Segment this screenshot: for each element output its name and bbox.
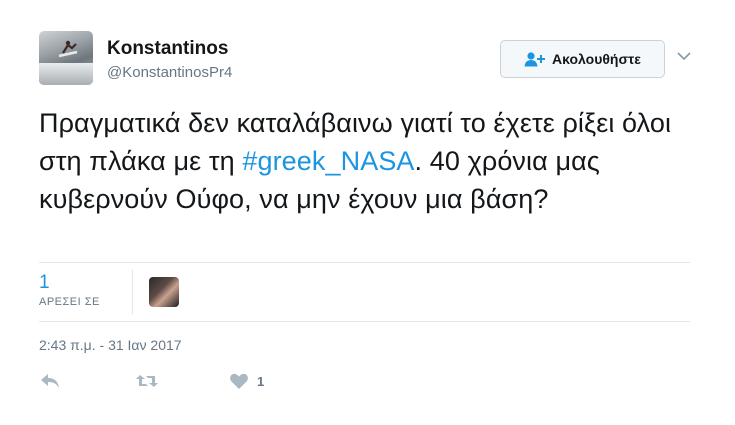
like-button[interactable]: 1 [229, 372, 264, 390]
likes-label: ΑΡΕΣΕΙ ΣΕ [39, 296, 100, 308]
follow-button-label: Ακολουθήστε [552, 51, 641, 67]
heart-icon [230, 373, 248, 389]
author-handle[interactable]: @KonstantinosPr4 [107, 64, 232, 81]
avatar-wave [39, 63, 93, 85]
author-avatar[interactable] [39, 31, 93, 85]
likes-count[interactable]: 1 [39, 272, 50, 294]
chevron-down-icon[interactable] [676, 48, 692, 64]
like-count: 1 [257, 373, 265, 389]
follow-button[interactable]: Ακολουθήστε [500, 40, 665, 78]
avatar-surfer-figure [58, 40, 78, 58]
liker-avatar[interactable] [149, 277, 179, 307]
reply-button[interactable] [39, 372, 61, 390]
reply-icon [41, 374, 59, 388]
tweet-timestamp[interactable]: 2:43 π.μ. - 31 Ιαν 2017 [39, 337, 182, 353]
retweet-button[interactable] [135, 372, 159, 390]
stats-bottom-divider [39, 321, 690, 322]
author-name[interactable]: Konstantinos [107, 38, 228, 60]
stats-separator [132, 270, 133, 314]
stats-top-divider [39, 262, 690, 263]
add-user-icon [524, 52, 546, 67]
tweet-text: Πραγματικά δεν καταλάβαινω γιατί το έχετ… [39, 104, 709, 218]
hashtag-link[interactable]: #greek_NASA [242, 146, 414, 176]
retweet-icon [136, 375, 158, 387]
